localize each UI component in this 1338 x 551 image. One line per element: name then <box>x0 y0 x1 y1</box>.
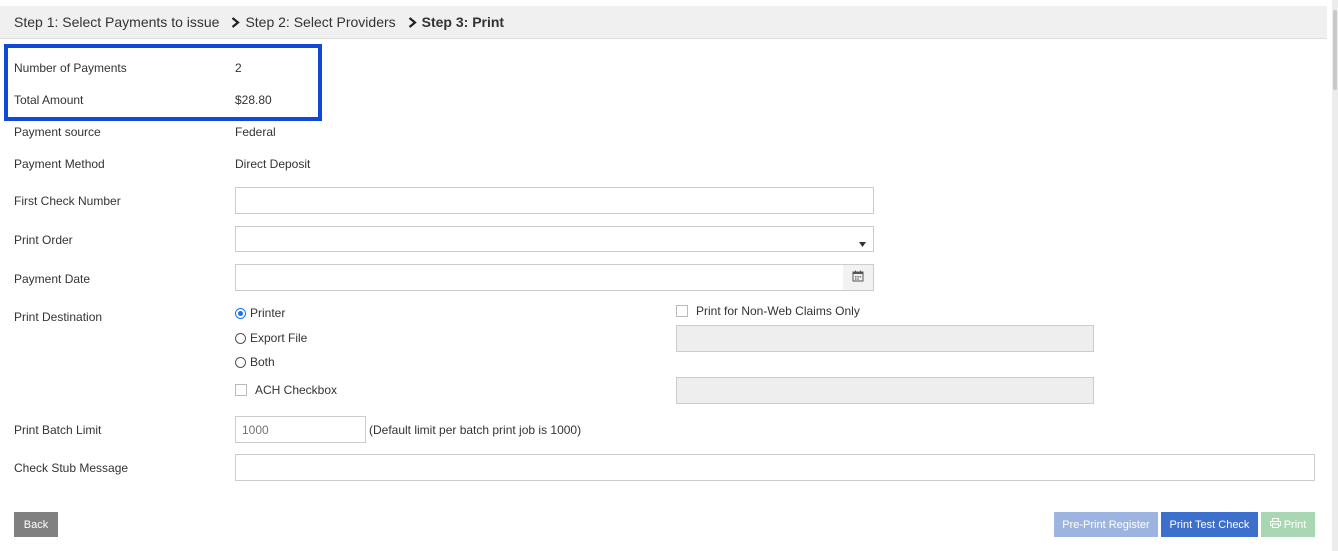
breadcrumb-step-1[interactable]: Step 1: Select Payments to issue <box>14 14 219 30</box>
pre-print-register-button[interactable]: Pre-Print Register <box>1054 512 1158 537</box>
ach-checkbox[interactable] <box>235 384 247 396</box>
payment-source-label: Payment source <box>14 125 101 139</box>
payment-method-value: Direct Deposit <box>235 157 311 171</box>
print-batch-limit-label: Print Batch Limit <box>14 423 102 437</box>
chevron-right-icon <box>408 16 417 28</box>
back-button[interactable]: Back <box>14 512 58 537</box>
print-button[interactable]: Print <box>1261 512 1315 537</box>
export-path-field <box>676 325 1094 352</box>
caret-down-icon <box>859 236 866 250</box>
vertical-scrollbar[interactable] <box>1332 0 1338 551</box>
ach-checkbox-label: ACH Checkbox <box>255 383 338 397</box>
payment-source-value: Federal <box>235 125 276 139</box>
export-file-radio[interactable] <box>235 332 246 344</box>
total-amount-value: $28.80 <box>235 93 272 107</box>
summary-highlight-box <box>4 44 322 121</box>
number-of-payments-value: 2 <box>235 61 242 75</box>
number-of-payments-label: Number of Payments <box>14 61 127 75</box>
print-batch-limit-input[interactable] <box>235 416 366 443</box>
breadcrumb-step-3: Step 3: Print <box>421 14 505 30</box>
non-web-claims-checkbox[interactable] <box>676 305 688 317</box>
print-order-label: Print Order <box>14 233 73 247</box>
check-stub-message-input[interactable] <box>235 454 1315 481</box>
breadcrumb: Step 1: Select Payments to issue Step 2:… <box>0 6 1327 39</box>
non-web-claims-label: Print for Non-Web Claims Only <box>696 304 860 318</box>
print-destination-label: Print Destination <box>14 310 103 324</box>
ach-checkbox-option[interactable]: ACH Checkbox <box>235 383 337 397</box>
destination-both-option[interactable]: Both <box>235 355 275 369</box>
print-button-label: Print <box>1283 518 1307 531</box>
print-order-select[interactable] <box>235 226 874 252</box>
destination-export-file-option[interactable]: Export File <box>235 331 307 345</box>
print-test-check-button[interactable]: Print Test Check <box>1161 512 1258 537</box>
ach-path-field <box>676 377 1094 404</box>
first-check-number-label: First Check Number <box>14 194 121 208</box>
first-check-number-input[interactable] <box>235 187 874 214</box>
calendar-button[interactable] <box>843 264 874 291</box>
printer-radio[interactable] <box>235 307 246 319</box>
both-radio[interactable] <box>235 356 246 368</box>
printer-icon <box>1269 518 1281 531</box>
payment-method-label: Payment Method <box>14 157 105 171</box>
chevron-right-icon <box>231 16 241 28</box>
payment-date-label: Payment Date <box>14 272 91 286</box>
calendar-icon <box>852 270 864 285</box>
destination-printer-option[interactable]: Printer <box>235 306 285 320</box>
printer-radio-label: Printer <box>250 306 286 320</box>
both-radio-label: Both <box>250 355 275 369</box>
export-file-radio-label: Export File <box>250 331 308 345</box>
breadcrumb-step-2[interactable]: Step 2: Select Providers <box>245 14 395 30</box>
scrollbar-thumb[interactable] <box>1333 10 1337 90</box>
batch-limit-hint: (Default limit per batch print job is 10… <box>369 423 582 437</box>
check-stub-message-label: Check Stub Message <box>14 461 129 475</box>
payment-date-input[interactable] <box>235 264 844 291</box>
total-amount-label: Total Amount <box>14 93 84 107</box>
non-web-claims-option[interactable]: Print for Non-Web Claims Only <box>676 304 860 318</box>
